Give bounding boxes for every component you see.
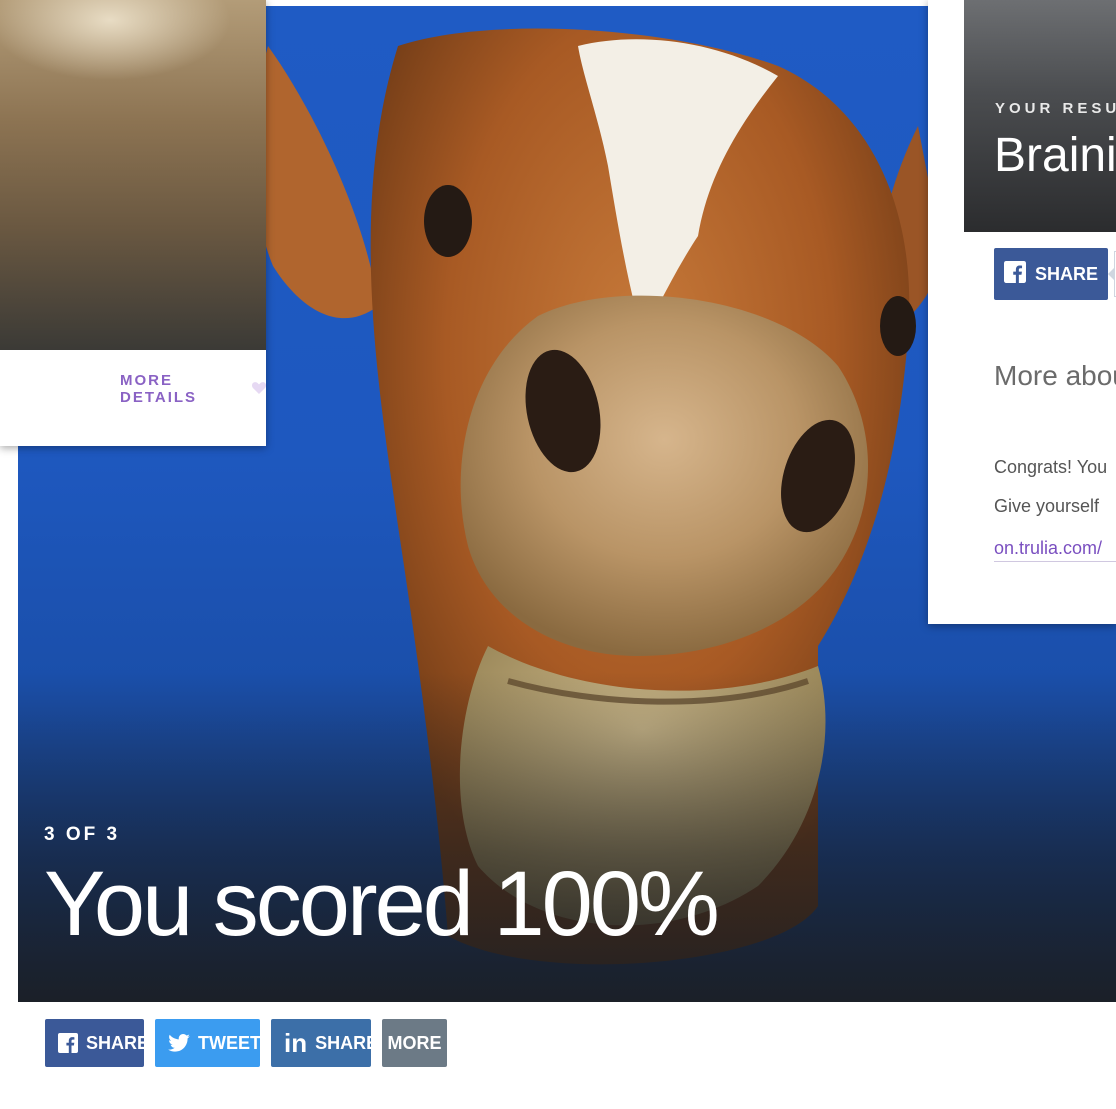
- more-details-label: MORE DETAILS: [120, 372, 198, 406]
- linkedin-share-label: SHARE: [315, 1032, 379, 1053]
- your-result-title: Brainia: [994, 129, 1116, 182]
- facebook-icon: [1004, 260, 1026, 288]
- result-paragraph-2: Give yourself: [994, 496, 1100, 516]
- result-share-widget: SHARE 3: [994, 248, 1116, 300]
- linkedin-share-button[interactable]: in SHARE: [271, 1019, 378, 1067]
- more-about-heading: More abou: [994, 360, 1116, 391]
- card-photo: [0, 0, 266, 350]
- share-bar: SHARE TWEET in SHARE MORE: [45, 1019, 447, 1067]
- facebook-share-label: SHARE: [86, 1032, 150, 1053]
- facebook-icon: [58, 1033, 78, 1053]
- heart-icon: [252, 381, 266, 398]
- twitter-tweet-label: TWEET: [198, 1032, 261, 1053]
- your-result-label: YOUR RESUL: [995, 100, 1116, 117]
- result-paragraph-1: Congrats! You: [994, 457, 1108, 477]
- more-share-button[interactable]: MORE: [382, 1019, 447, 1067]
- twitter-tweet-button[interactable]: TWEET: [155, 1019, 261, 1067]
- more-details-link[interactable]: MORE DETAILS: [120, 372, 266, 406]
- twitter-icon: [168, 1034, 190, 1052]
- result-link[interactable]: on.trulia.com/: [994, 538, 1116, 562]
- linkedin-icon: in: [284, 1027, 308, 1058]
- result-title: You scored 100%: [44, 853, 720, 955]
- previous-result-card: MORE DETAILS: [0, 0, 266, 446]
- facebook-share-button[interactable]: SHARE: [45, 1019, 149, 1067]
- result-share-label: SHARE: [1035, 263, 1099, 284]
- result-facebook-share-button[interactable]: SHARE: [994, 248, 1109, 300]
- your-result-card: YOUR RESUL Brainia SHARE 3 More abou Con…: [928, 0, 1116, 624]
- question-counter: 3 OF 3: [44, 824, 121, 845]
- more-share-label: MORE: [387, 1032, 442, 1053]
